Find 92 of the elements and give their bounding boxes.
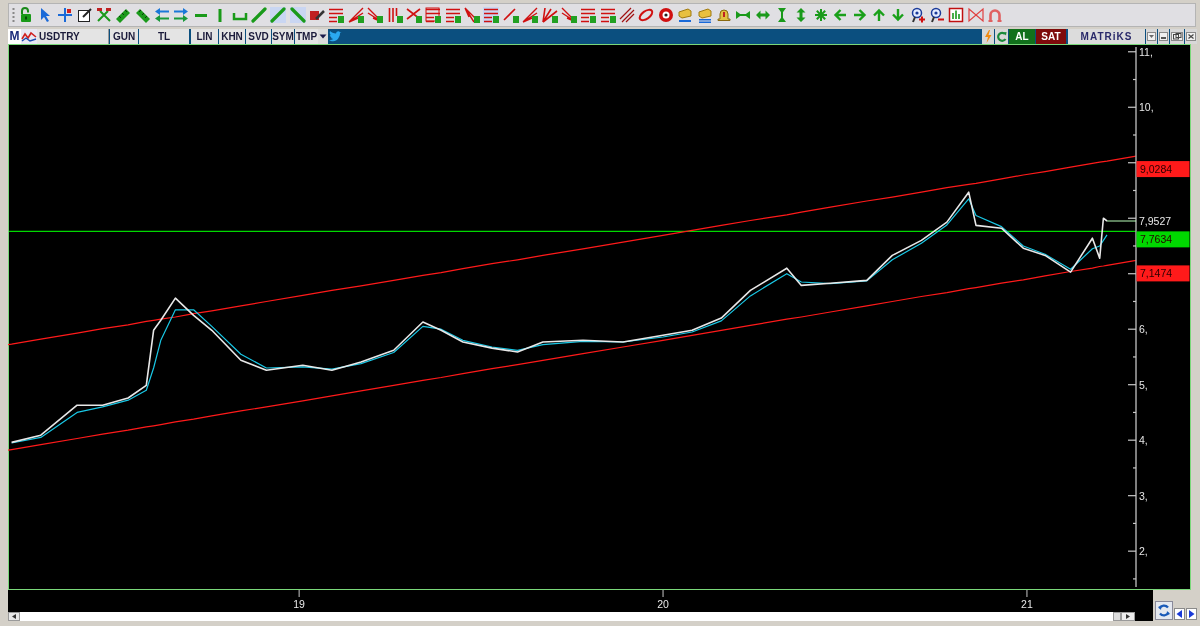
edit-icon[interactable] [76,7,93,23]
arrow-left-icon[interactable] [832,7,849,23]
fan-lines-icon[interactable] [367,7,384,23]
zoom-in-icon[interactable] [909,7,926,23]
restore-icon[interactable] [1170,29,1184,44]
ellipse-icon[interactable] [638,7,655,23]
close-icon[interactable] [1185,29,1197,44]
x-axis-tick [1026,590,1028,598]
trend-line[interactable] [8,155,1137,346]
toolbar-button[interactable]: TL [139,29,189,44]
price-label: 7,1474 [1136,265,1190,282]
refresh-icon[interactable] [995,29,1008,44]
chart-icon[interactable] [21,29,37,44]
series-label: 9,0284 [1140,163,1173,176]
level-lines-icon[interactable] [483,7,500,23]
crosshair-icon[interactable] [57,7,74,23]
bow-tie-icon[interactable] [967,7,984,23]
x-axis-tick [662,590,664,598]
sell-button[interactable]: SAT [1036,29,1066,44]
axis-label: 5, [1139,378,1148,391]
caret-down-icon[interactable] [318,29,328,44]
ruler-icon[interactable] [115,7,132,23]
grip-icon[interactable] [12,7,15,23]
axis-label: 3, [1139,489,1148,502]
axis-label: 6, [1139,323,1148,336]
toolbar-button[interactable]: SVD [246,29,271,44]
diagonal-line-icon[interactable] [502,7,519,23]
diagonal-line-icon[interactable] [270,7,287,23]
diagonal-line-icon[interactable] [250,7,267,23]
axis-label: 19 [293,598,305,610]
last-price-label: 7,9527 [1139,215,1172,227]
x-axis-tick [298,590,300,598]
axis-label: 4, [1139,434,1148,447]
trend-line[interactable] [8,259,1137,451]
menu-button[interactable]: M [8,29,21,44]
layer-icon[interactable] [677,7,694,23]
level-lines-icon[interactable] [328,7,345,23]
double-arrow-left-icon[interactable] [154,7,170,23]
scroll-left-button[interactable] [8,612,20,621]
brand-label: MATRiKS [1068,29,1145,44]
refresh-icon[interactable] [1155,601,1173,620]
arrow-up-icon[interactable] [870,7,887,23]
double-arrow-right-icon[interactable] [173,7,190,23]
scroll-right-button[interactable] [1121,612,1135,621]
crossed-lines-icon[interactable] [405,7,422,23]
triangle-right-icon [1126,614,1130,619]
target-icon[interactable] [657,7,674,23]
arrow-right-icon[interactable] [851,7,868,23]
fan-lines-icon[interactable] [522,7,539,23]
bell-icon[interactable] [715,7,732,23]
level-lines-icon[interactable] [425,7,442,23]
triangle-left-icon [12,614,16,619]
axis-label: 21 [1021,598,1033,610]
axis-label: 10, [1139,101,1154,114]
triangle-right-icon[interactable] [1186,608,1197,620]
fan-lines-icon[interactable] [464,7,480,23]
scrollbar-thumb[interactable] [1113,612,1121,621]
horizontal-line[interactable] [8,230,1137,232]
toolbar-button[interactable]: SYM [272,29,294,44]
series-label: 7,1474 [1140,267,1173,280]
fan-lines-icon[interactable] [541,7,558,23]
toolbar-button[interactable]: LIN [191,29,218,44]
level-lines-icon[interactable] [444,7,461,23]
toolbar-button[interactable]: TMP [295,29,318,44]
axis-label: 2, [1139,545,1148,558]
toolbar-button[interactable]: GUN [110,29,138,44]
zoom-out-icon[interactable] [929,7,945,23]
minimize-icon[interactable] [1158,29,1169,44]
magnet-icon[interactable] [987,7,1004,23]
fan-lines-icon[interactable] [560,7,577,23]
axis-label: 20 [657,598,669,610]
chart-frame-icon[interactable] [948,7,965,23]
fan-lines-icon[interactable] [347,7,364,23]
triangle-left-icon[interactable] [1174,608,1185,620]
crossed-tools-icon[interactable] [95,7,112,23]
symbol-field[interactable]: USDTRY [37,29,109,44]
vertical-lines-icon[interactable] [386,7,403,23]
leader-line [1106,220,1137,222]
parallel-lines-icon[interactable] [619,7,635,23]
axis-label: 11, [1139,45,1153,58]
toolbar-button[interactable]: KHN [219,29,245,44]
pencil-icon[interactable] [309,7,325,23]
ruler-icon[interactable] [134,7,151,23]
layer-icon[interactable] [696,7,713,23]
price-label: 9,0284 [1136,161,1190,178]
price-label: 7,7634 [1136,231,1190,248]
buy-button[interactable]: AL [1009,29,1035,44]
scrollbar-track[interactable] [8,612,1135,621]
level-lines-icon[interactable] [580,7,597,23]
level-lines-icon[interactable] [599,7,616,23]
ref-line-label: 7,7634 [1140,233,1173,246]
asterisk-icon[interactable] [812,7,829,23]
